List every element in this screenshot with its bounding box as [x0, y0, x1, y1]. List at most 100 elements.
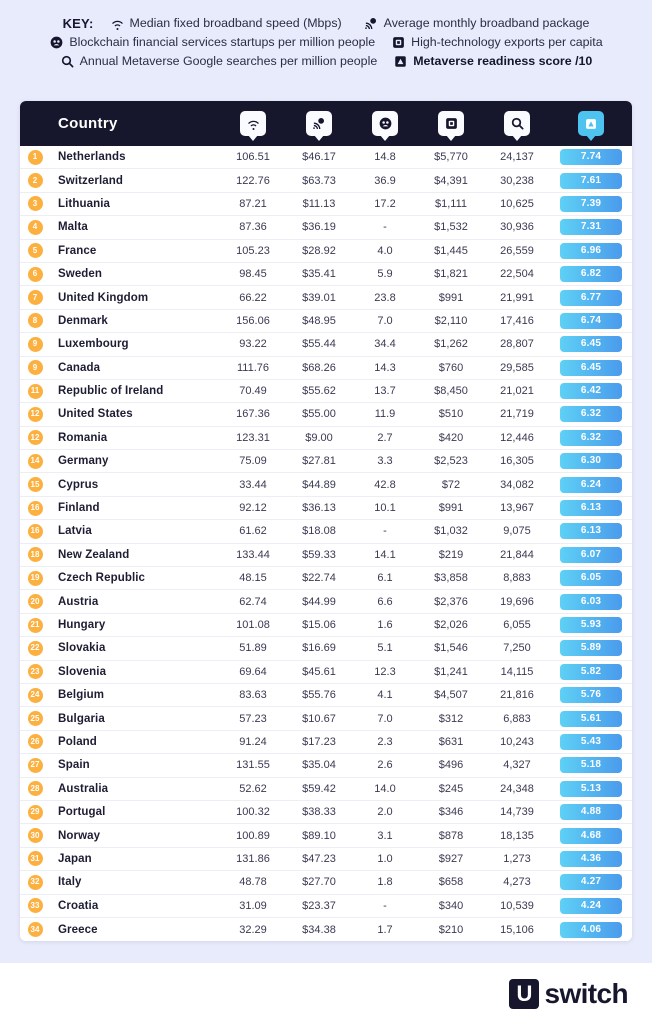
- rank-badge: 32: [27, 874, 43, 890]
- cell-exports: $245: [438, 782, 464, 795]
- cell-searches: 21,719: [500, 408, 534, 421]
- cell-exports: $4,391: [434, 174, 468, 187]
- country-name: Poland: [58, 735, 97, 748]
- router-icon: [306, 111, 332, 136]
- score-cell: 4.24: [550, 897, 632, 914]
- rank-badge: 24: [27, 687, 43, 703]
- rank-badge: 20: [27, 594, 43, 610]
- rank-badge: 14: [27, 453, 43, 469]
- table-row: 8 Denmark 156.06 $48.95 7.0 $2,110 17,416 6.74: [20, 309, 632, 334]
- score-cell: 6.82: [550, 266, 632, 283]
- cell-searches: 14,115: [500, 665, 534, 678]
- cell-startups: 11.9: [374, 408, 396, 421]
- score-cell: 5.43: [550, 733, 632, 750]
- rank-cell: 12: [20, 430, 50, 446]
- score-badge: 7.39: [560, 195, 622, 212]
- rank-cell: 7: [20, 290, 50, 306]
- table-row: 14 Germany 75.09 $27.81 3.3 $2,523 16,305 6.30: [20, 450, 632, 474]
- router-icon: [364, 16, 379, 31]
- table-row: 11 Republic of Ireland 70.49 $55.62 13.7 $8,4…: [20, 379, 632, 404]
- search-icon: [504, 111, 530, 136]
- blockchain-icon: [372, 111, 398, 136]
- cell-speed: 57.23: [239, 712, 267, 725]
- key-item-broadband-speed: Median fixed broadband speed (Mbps): [110, 16, 342, 31]
- cell-price: $55.62: [302, 385, 336, 398]
- rank-badge: 30: [27, 828, 43, 844]
- cell-startups: 6.6: [377, 595, 393, 608]
- cell-speed: 123.31: [236, 431, 270, 444]
- rank-badge: 29: [27, 804, 43, 820]
- cell-searches: 1,273: [503, 852, 531, 865]
- table-row: 9 Canada 111.76 $68.26 14.3 $760 29,585 6.45: [20, 356, 632, 380]
- cell-exports: $1,241: [434, 665, 468, 678]
- score-badge: 6.03: [560, 593, 622, 610]
- cell-exports: $1,821: [434, 268, 468, 281]
- cell-speed: 98.45: [239, 268, 267, 281]
- key-item-readiness-score: Metaverse readiness score /10: [393, 54, 592, 69]
- country-name: Cyprus: [58, 478, 99, 491]
- cell-exports: $5,770: [434, 151, 468, 164]
- score-badge: 7.74: [560, 149, 622, 166]
- cell-speed: 111.76: [236, 361, 269, 374]
- cell-speed: 83.63: [239, 689, 267, 702]
- key-label: KEY:: [62, 16, 94, 31]
- cell-searches: 9,075: [503, 525, 531, 538]
- cell-speed: 106.51: [236, 151, 270, 164]
- country-name: Portugal: [58, 806, 106, 819]
- cell-speed: 100.89: [236, 829, 270, 842]
- cell-exports: $2,523: [434, 455, 468, 468]
- cell-searches: 10,243: [500, 735, 534, 748]
- key-legend: KEY: Median fixed broadband speed (Mbps): [0, 0, 652, 81]
- table-row: 2 Switzerland 122.76 $63.73 36.9 $4,391 30,238…: [20, 169, 632, 193]
- score-badge: 5.76: [560, 687, 622, 704]
- score-badge: 6.45: [560, 336, 622, 353]
- score-cell: 6.96: [550, 242, 632, 259]
- key-row-3: Annual Metaverse Google searches per mil…: [16, 54, 636, 69]
- rank-badge: 12: [27, 430, 43, 446]
- country-name: Netherlands: [58, 151, 126, 164]
- cell-startups: 14.1: [374, 548, 396, 561]
- country-name: Denmark: [58, 314, 108, 327]
- rank-badge: 33: [27, 898, 43, 914]
- cell-exports: $312: [438, 712, 464, 725]
- rank-cell: 20: [20, 594, 50, 610]
- key-item-label: Median fixed broadband speed (Mbps): [129, 16, 342, 31]
- country-name: Australia: [58, 782, 109, 795]
- key-item-hightech-exports: High-technology exports per capita: [391, 35, 603, 50]
- score-badge: 6.13: [560, 500, 622, 517]
- cell-exports: $496: [438, 759, 464, 772]
- cell-searches: 4,327: [503, 759, 531, 772]
- score-cell: 6.07: [550, 546, 632, 563]
- cell-searches: 21,844: [500, 548, 534, 561]
- cell-searches: 12,446: [500, 431, 534, 444]
- cell-searches: 26,559: [500, 244, 534, 257]
- score-badge: 6.32: [560, 406, 622, 423]
- table-row: 32 Italy 48.78 $27.70 1.8 $658 4,273 4.27: [20, 871, 632, 895]
- rank-cell: 31: [20, 851, 50, 867]
- score-cell: 7.74: [550, 149, 632, 166]
- uswitch-logo: U switch: [509, 978, 629, 1009]
- cell-speed: 51.89: [239, 642, 267, 655]
- score-cell: 5.13: [550, 780, 632, 797]
- footer: U switch: [0, 963, 652, 1024]
- cell-searches: 30,238: [500, 174, 534, 187]
- rank-badge: 12: [27, 406, 43, 422]
- score-cell: 6.32: [550, 406, 632, 423]
- cell-searches: 14,739: [500, 806, 534, 819]
- cell-startups: 13.7: [374, 385, 396, 398]
- score-cell: 6.45: [550, 359, 632, 376]
- key-item-blockchain-startups: Blockchain financial services startups p…: [49, 35, 375, 50]
- rank-cell: 33: [20, 898, 50, 914]
- rank-cell: 16: [20, 523, 50, 539]
- content-panel: KEY: Median fixed broadband speed (Mbps): [0, 0, 652, 963]
- rank-badge: 15: [27, 477, 43, 493]
- cell-exports: $219: [438, 548, 464, 561]
- country-name: Italy: [58, 876, 82, 889]
- cell-speed: 91.24: [239, 735, 267, 748]
- key-item-label: Metaverse readiness score /10: [413, 54, 593, 69]
- cell-startups: 4.1: [377, 689, 393, 702]
- rank-cell: 3: [20, 196, 50, 212]
- rank-cell: 26: [20, 734, 50, 750]
- rank-cell: 19: [20, 570, 50, 586]
- country-name: Finland: [58, 502, 100, 515]
